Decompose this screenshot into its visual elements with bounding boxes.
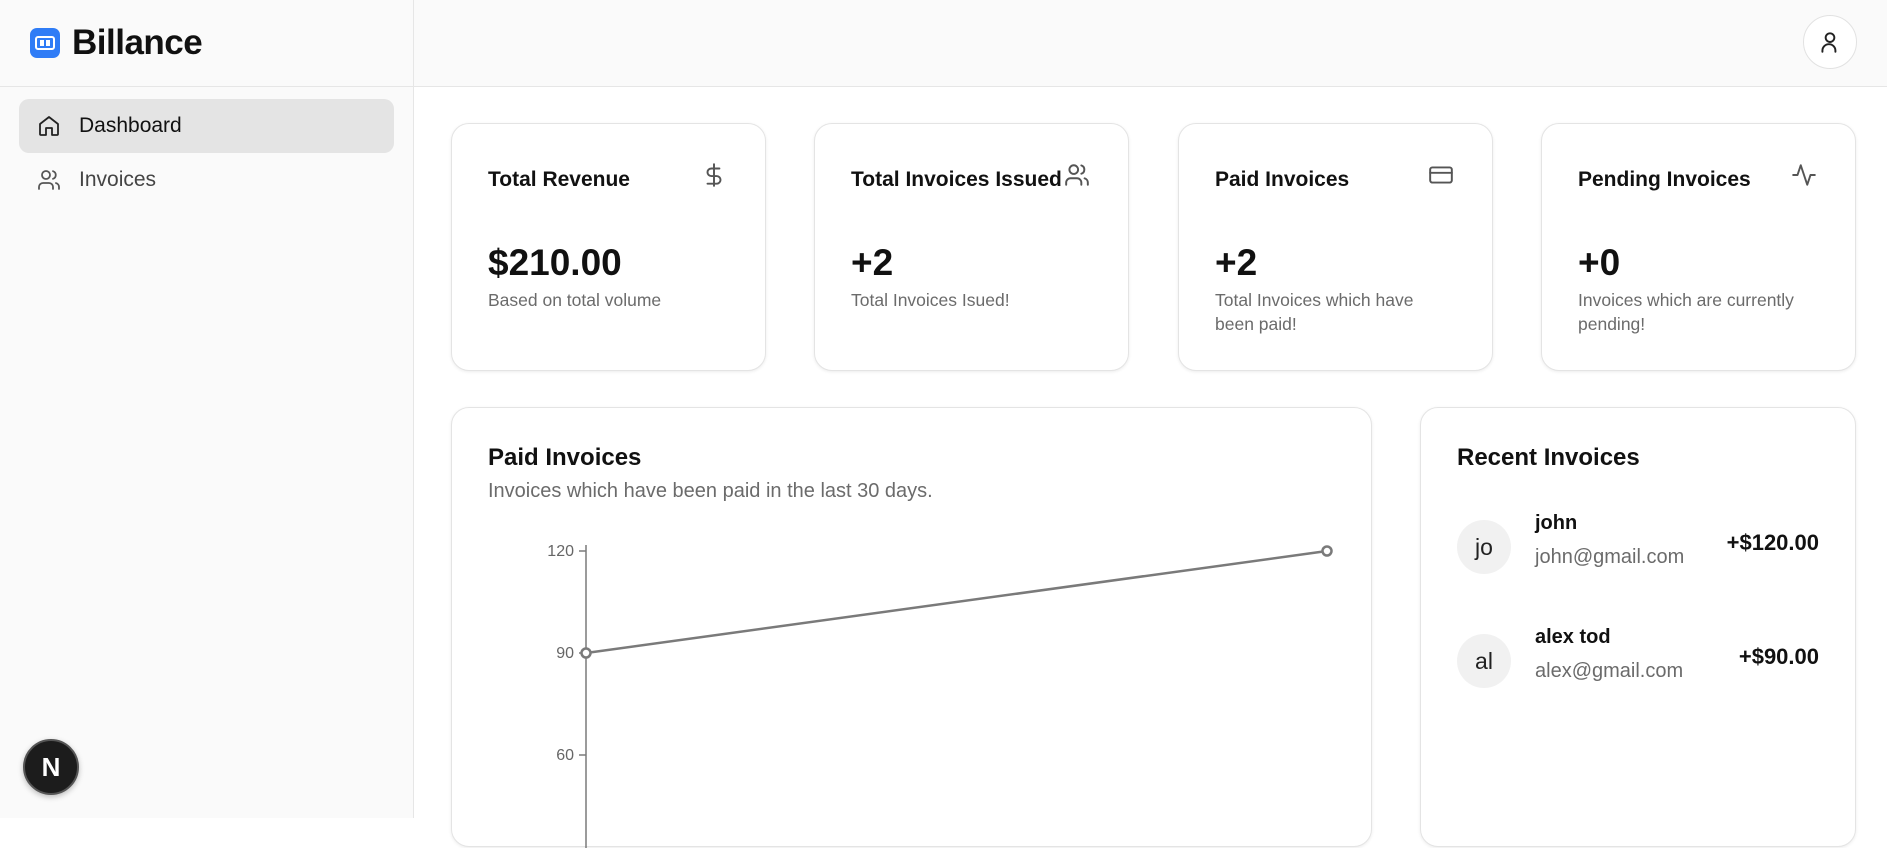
- data-point: [1321, 545, 1333, 557]
- stat-card-total-revenue: Total Revenue $210.00 Based on total vol…: [451, 123, 766, 371]
- paid-invoices-chart: 60 90 120: [547, 543, 1333, 848]
- nextjs-badge[interactable]: N: [23, 739, 79, 795]
- activity-icon: [1791, 162, 1817, 188]
- sidebar-nav: Dashboard Invoices: [0, 87, 413, 219]
- sidebar-item-dashboard[interactable]: Dashboard: [19, 99, 394, 153]
- recent-invoices-title: Recent Invoices: [1457, 444, 1640, 471]
- y-tick-label: 60: [556, 747, 574, 764]
- list-item[interactable]: al alex tod alex@gmail.com +$90.00: [1457, 626, 1819, 694]
- customer-email: alex@gmail.com: [1535, 660, 1684, 682]
- sidebar: Billance Dashboard Invoices: [0, 0, 414, 818]
- sidebar-item-label: Invoices: [79, 168, 157, 191]
- credit-card-icon: [1428, 162, 1454, 188]
- stat-title: Pending Invoices: [1578, 168, 1751, 191]
- avatar: al: [1457, 634, 1511, 688]
- stat-description: Total Invoices which have been paid!: [1215, 290, 1414, 334]
- stat-value: $210.00: [488, 242, 622, 283]
- brand-logo-icon: [30, 28, 60, 58]
- list-item[interactable]: jo john john@gmail.com +$120.00: [1457, 512, 1819, 580]
- sidebar-item-invoices[interactable]: Invoices: [19, 153, 394, 207]
- y-tick-label: 120: [547, 543, 574, 560]
- stat-value: +2: [851, 242, 894, 283]
- y-tick-label: 90: [556, 645, 574, 662]
- invoice-amount: +$90.00: [1738, 644, 1819, 669]
- stat-description: Invoices which are currently pending!: [1578, 290, 1794, 334]
- customer-name: john: [1535, 512, 1578, 534]
- users-icon: [1064, 162, 1090, 188]
- paid-invoices-chart-card: Paid Invoices Invoices which have been p…: [451, 407, 1372, 848]
- stat-description: Based on total volume: [488, 290, 662, 310]
- data-point: [580, 647, 592, 659]
- brand-name: Billance: [72, 23, 203, 62]
- invoice-amount: +$120.00: [1726, 530, 1819, 555]
- user-icon: [1817, 29, 1843, 55]
- sidebar-item-label: Dashboard: [79, 114, 182, 137]
- recent-invoices-card: Recent Invoices jo john john@gmail.com +…: [1420, 407, 1856, 847]
- users-icon: [37, 168, 61, 192]
- stat-title: Total Revenue: [488, 168, 630, 191]
- home-icon: [37, 114, 61, 138]
- avatar: jo: [1457, 520, 1511, 574]
- customer-name: alex tod: [1535, 626, 1611, 648]
- stat-title: Paid Invoices: [1215, 168, 1350, 191]
- stat-card-invoices-issued: Total Invoices Issued +2 Total Invoices …: [814, 123, 1129, 371]
- customer-email: john@gmail.com: [1535, 546, 1685, 568]
- brand[interactable]: Billance: [0, 0, 413, 87]
- stat-value: +0: [1578, 242, 1621, 283]
- stat-value: +2: [1215, 242, 1258, 283]
- stat-card-pending-invoices: Pending Invoices +0 Invoices which are c…: [1541, 123, 1856, 371]
- stat-card-paid-invoices: Paid Invoices +2 Total Invoices which ha…: [1178, 123, 1493, 371]
- top-bar: [414, 0, 1887, 87]
- series-line: [585, 549, 1328, 655]
- stat-description: Total Invoices Isued!: [851, 290, 1010, 310]
- stat-title: Total Invoices Issued: [851, 168, 1062, 191]
- dollar-icon: [701, 162, 727, 188]
- nextjs-badge-label: N: [41, 751, 61, 782]
- user-menu-button[interactable]: [1803, 15, 1857, 69]
